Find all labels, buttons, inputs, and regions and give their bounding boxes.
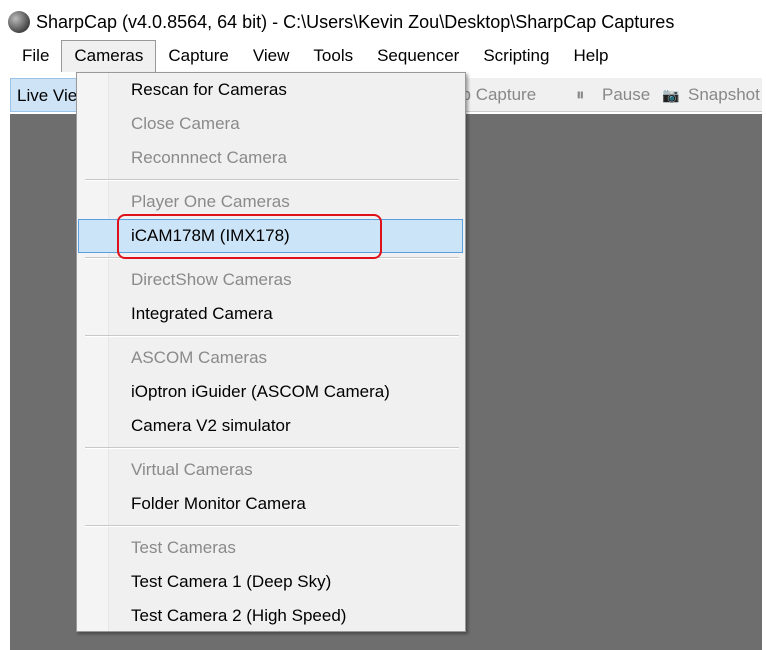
menu-group-header: Reconnnect Camera (131, 148, 287, 167)
title-bar: SharpCap (v4.0.8564, 64 bit) - C:\Users\… (8, 8, 674, 36)
menu-item[interactable]: iOptron iGuider (ASCOM Camera) (78, 375, 463, 409)
menu-help[interactable]: Help (561, 40, 620, 72)
menu-group-header: ASCOM Cameras (131, 348, 268, 367)
annotation-highlight-box (117, 214, 382, 259)
menu-separator (85, 179, 459, 181)
menu-tools[interactable]: Tools (301, 40, 365, 72)
cameras-dropdown-menu: Rescan for Cameras Close Camera Reconnnect… (76, 72, 466, 632)
menu-sequencer[interactable]: Sequencer (365, 40, 471, 72)
menu-capture[interactable]: Capture (156, 40, 240, 72)
menu-separator (85, 447, 459, 449)
menu-view[interactable]: View (241, 40, 302, 72)
menu-separator (85, 525, 459, 527)
menu-group-header: Test Cameras (131, 538, 236, 557)
menu-separator (85, 335, 459, 337)
menu-item[interactable]: Test Camera 1 (Deep Sky) (78, 565, 463, 599)
menu-cameras[interactable]: Cameras (61, 40, 157, 72)
menu-group-header: Close Camera (131, 114, 240, 133)
menu-group-header: DirectShow Cameras (131, 270, 292, 289)
snapshot-button[interactable]: Snapshot (688, 78, 760, 112)
menu-file[interactable]: File (10, 40, 61, 72)
menu-group-header: Virtual Cameras (131, 460, 253, 479)
menu-item[interactable]: Test Camera 2 (High Speed) (78, 599, 463, 633)
menu-bar: File Cameras Capture View Tools Sequence… (10, 40, 762, 72)
menu-item[interactable]: Camera V2 simulator (78, 409, 463, 443)
menu-item[interactable]: Folder Monitor Camera (78, 487, 463, 521)
menu-item[interactable]: Integrated Camera (78, 297, 463, 331)
menu-scripting[interactable]: Scripting (471, 40, 561, 72)
pause-icon: ⏸ (576, 85, 585, 104)
pause-button[interactable]: Pause (602, 78, 650, 112)
snapshot-icon: 📷 (662, 87, 680, 103)
sharpcap-app-icon (8, 11, 30, 33)
menu-item[interactable]: Rescan for Cameras (78, 73, 463, 107)
window-title: SharpCap (v4.0.8564, 64 bit) - C:\Users\… (36, 11, 675, 32)
